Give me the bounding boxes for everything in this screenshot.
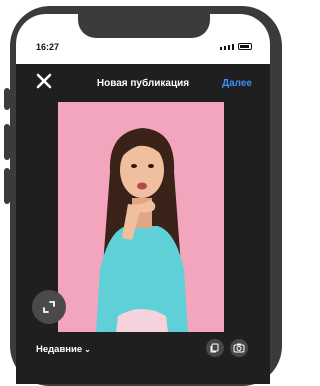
- phone-notch: [78, 14, 210, 38]
- signal-bar: [224, 46, 226, 50]
- top-bar: Новая публикация Далее: [16, 64, 270, 102]
- status-time: 16:27: [36, 42, 60, 52]
- phone-volume-up-button: [4, 124, 10, 160]
- expand-icon: [43, 301, 55, 313]
- recent-dropdown[interactable]: Недавние ⌄: [36, 344, 91, 355]
- recent-label: Недавние: [36, 344, 83, 355]
- phone-side-button: [4, 88, 10, 110]
- camera-icon: [233, 343, 245, 353]
- status-icons: [220, 43, 252, 50]
- photo-woman-image: [58, 102, 224, 332]
- signal-icon: [220, 47, 222, 50]
- next-button[interactable]: Далее: [222, 78, 252, 89]
- camera-button[interactable]: [230, 339, 248, 357]
- signal-bar: [228, 45, 230, 50]
- multi-select-button[interactable]: [206, 339, 224, 357]
- phone-volume-down-button: [4, 168, 10, 204]
- expand-button[interactable]: [32, 290, 66, 324]
- gallery-bar: Недавние ⌄: [16, 336, 270, 384]
- phone-screen: 16:27 Новая публикация Далее Недавние ⌄: [16, 14, 270, 384]
- battery-icon: [238, 43, 252, 50]
- signal-bar: [232, 44, 234, 50]
- multi-select-icon: [210, 343, 219, 353]
- status-bar: 16:27: [16, 14, 270, 64]
- chevron-down-icon: ⌄: [84, 345, 91, 354]
- selected-photo[interactable]: [58, 102, 224, 332]
